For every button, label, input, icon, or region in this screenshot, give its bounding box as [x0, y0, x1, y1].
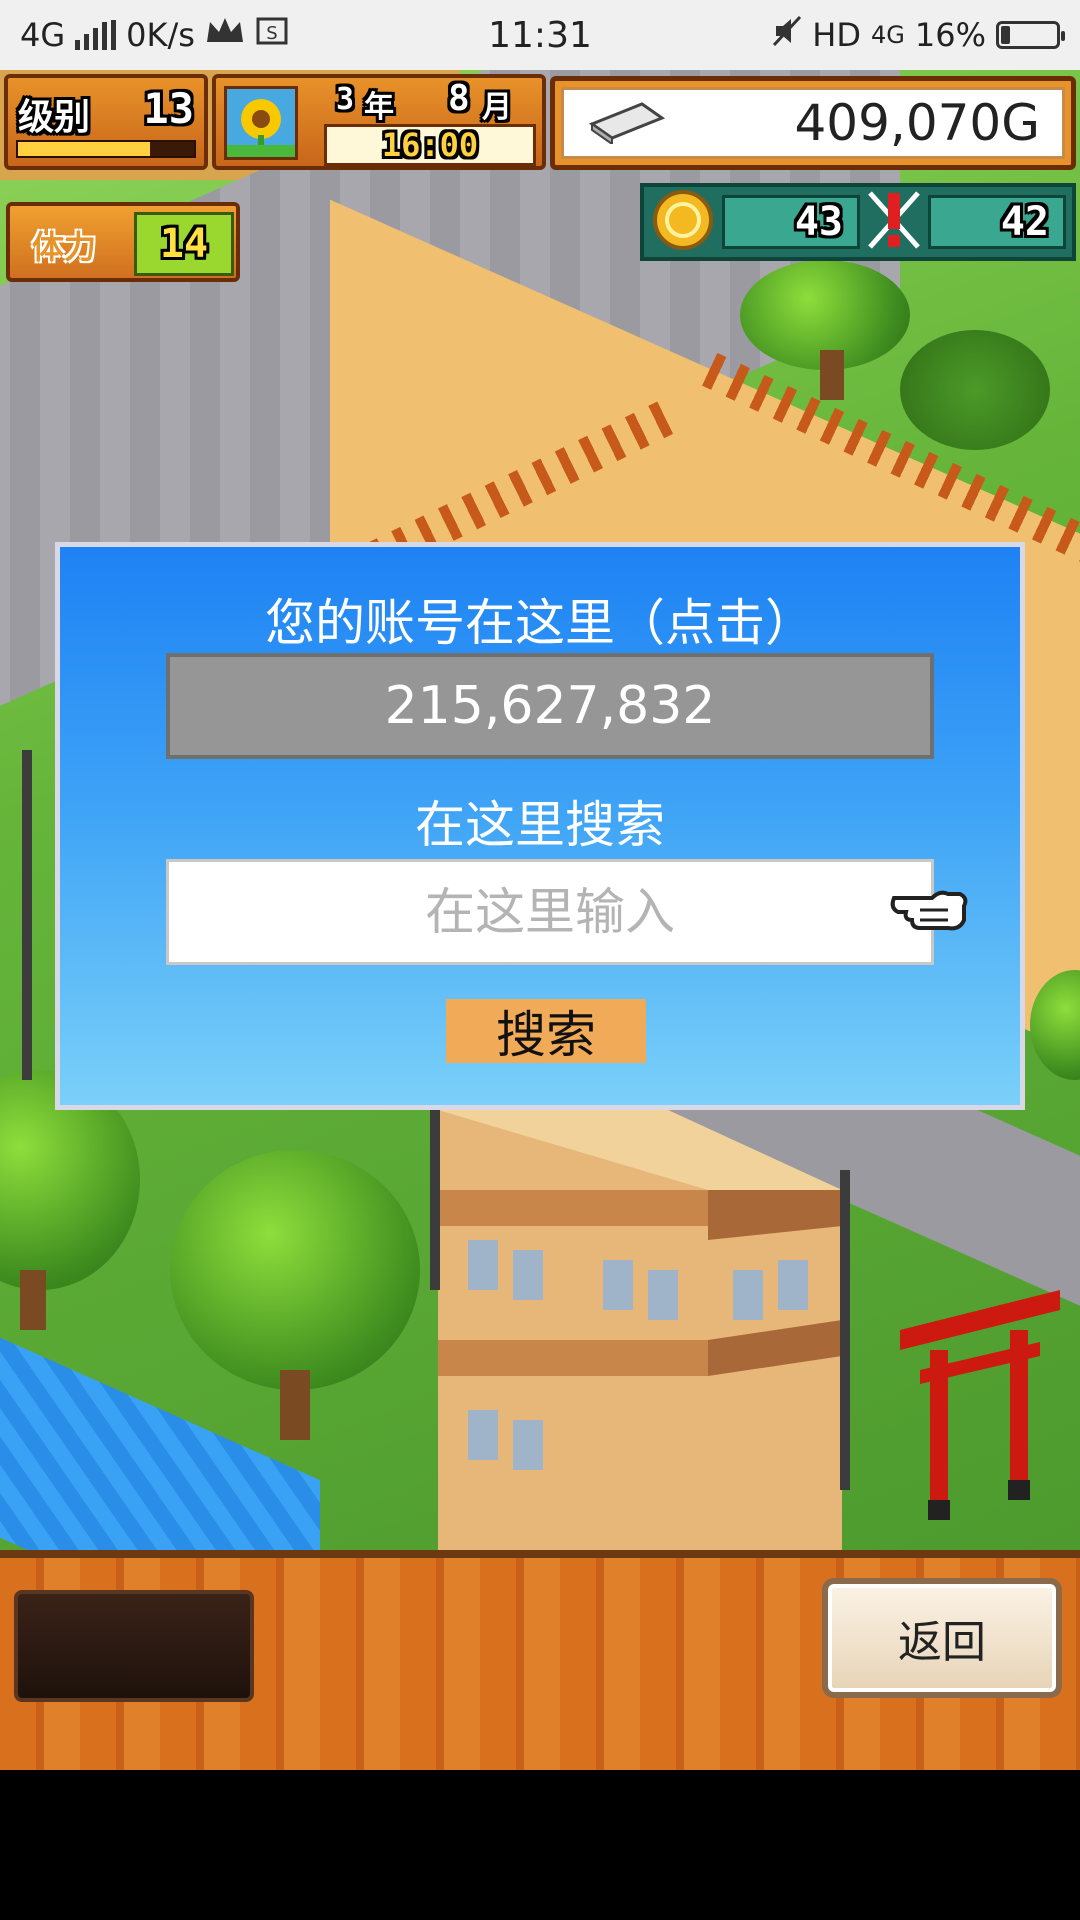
- mute-icon: [772, 15, 802, 55]
- stamina-panel: 体力 14: [6, 202, 240, 282]
- level-progress-bar: [16, 140, 196, 158]
- account-number: 215,627,832: [384, 676, 716, 736]
- torii-gate: [900, 1290, 1060, 1520]
- status-right: HD 4G 16%: [772, 15, 1065, 55]
- sunflower-icon: [224, 86, 298, 160]
- signal-icon: [75, 20, 117, 50]
- screenshot-icon: S: [255, 15, 291, 55]
- network-type: 4G: [20, 16, 66, 54]
- money-panel: 409,070G: [550, 76, 1076, 170]
- network-speed: 0K/s: [126, 16, 195, 54]
- status-bar: 4G 0K/s S 11:31 HD 4G 16%: [0, 0, 1080, 70]
- status-left: 4G 0K/s S: [20, 15, 291, 55]
- coin-medal-icon: [650, 187, 716, 257]
- account-search-dialog: 您的账号在这里（点击） 215,627,832 在这里搜索 搜索: [55, 542, 1025, 1110]
- date-year: 3: [336, 82, 355, 117]
- network-type-right: 4G: [871, 21, 905, 49]
- stamina-value: 14: [159, 221, 209, 267]
- tree-trunk: [20, 1270, 46, 1330]
- date-month-unit: 月: [482, 90, 512, 125]
- street-lamp: [430, 1110, 440, 1290]
- alert-icon: [866, 187, 922, 257]
- medal-count-box: 43: [722, 195, 860, 249]
- search-button[interactable]: 搜索: [446, 999, 646, 1064]
- street-lamp: [22, 750, 32, 1080]
- search-input[interactable]: [166, 859, 934, 965]
- search-label: 在这里搜索: [415, 796, 665, 854]
- level-value: 13: [143, 84, 194, 133]
- alert-count-box: 42: [928, 195, 1066, 249]
- tree-trunk: [280, 1370, 310, 1440]
- level-panel: 级别 13: [4, 74, 208, 170]
- building: [438, 1110, 842, 1550]
- svg-text:S: S: [266, 23, 277, 44]
- pointing-hand-icon: [890, 880, 970, 936]
- account-label[interactable]: 您的账号在这里（点击）: [60, 583, 1020, 655]
- hd-indicator: HD: [812, 16, 861, 54]
- resource-gauges: 43 42: [640, 183, 1076, 261]
- date-month: 8: [448, 78, 470, 119]
- medal-count: 43: [794, 199, 843, 245]
- battery-fill: [1001, 26, 1010, 44]
- tree-trunk: [820, 350, 844, 400]
- battery-icon: [996, 21, 1065, 49]
- date-panel: 3 年 8 月 16:00: [212, 74, 546, 170]
- street-lamp: [840, 1170, 850, 1490]
- level-label: 级别: [18, 97, 91, 138]
- crown-icon: [205, 16, 245, 54]
- bush: [900, 330, 1050, 450]
- game-clock-box: 16:00: [324, 124, 536, 166]
- bottom-bar: 返回: [0, 1550, 1080, 1770]
- tree: [170, 1150, 420, 1390]
- game-time: 16:00: [381, 126, 479, 164]
- money-bar-icon: [586, 98, 666, 148]
- back-button[interactable]: 返回: [822, 1578, 1062, 1698]
- info-panel: [14, 1590, 254, 1702]
- battery-percent: 16%: [914, 16, 986, 54]
- level-progress-fill: [18, 142, 150, 156]
- date-year-unit: 年: [364, 90, 394, 125]
- money-display: 409,070G: [561, 87, 1065, 159]
- alert-count: 42: [1000, 199, 1049, 245]
- stamina-value-box: 14: [134, 212, 234, 276]
- stamina-label: 体力: [32, 228, 97, 266]
- money-amount: 409,070G: [794, 94, 1040, 152]
- account-number-box[interactable]: 215,627,832: [166, 653, 934, 759]
